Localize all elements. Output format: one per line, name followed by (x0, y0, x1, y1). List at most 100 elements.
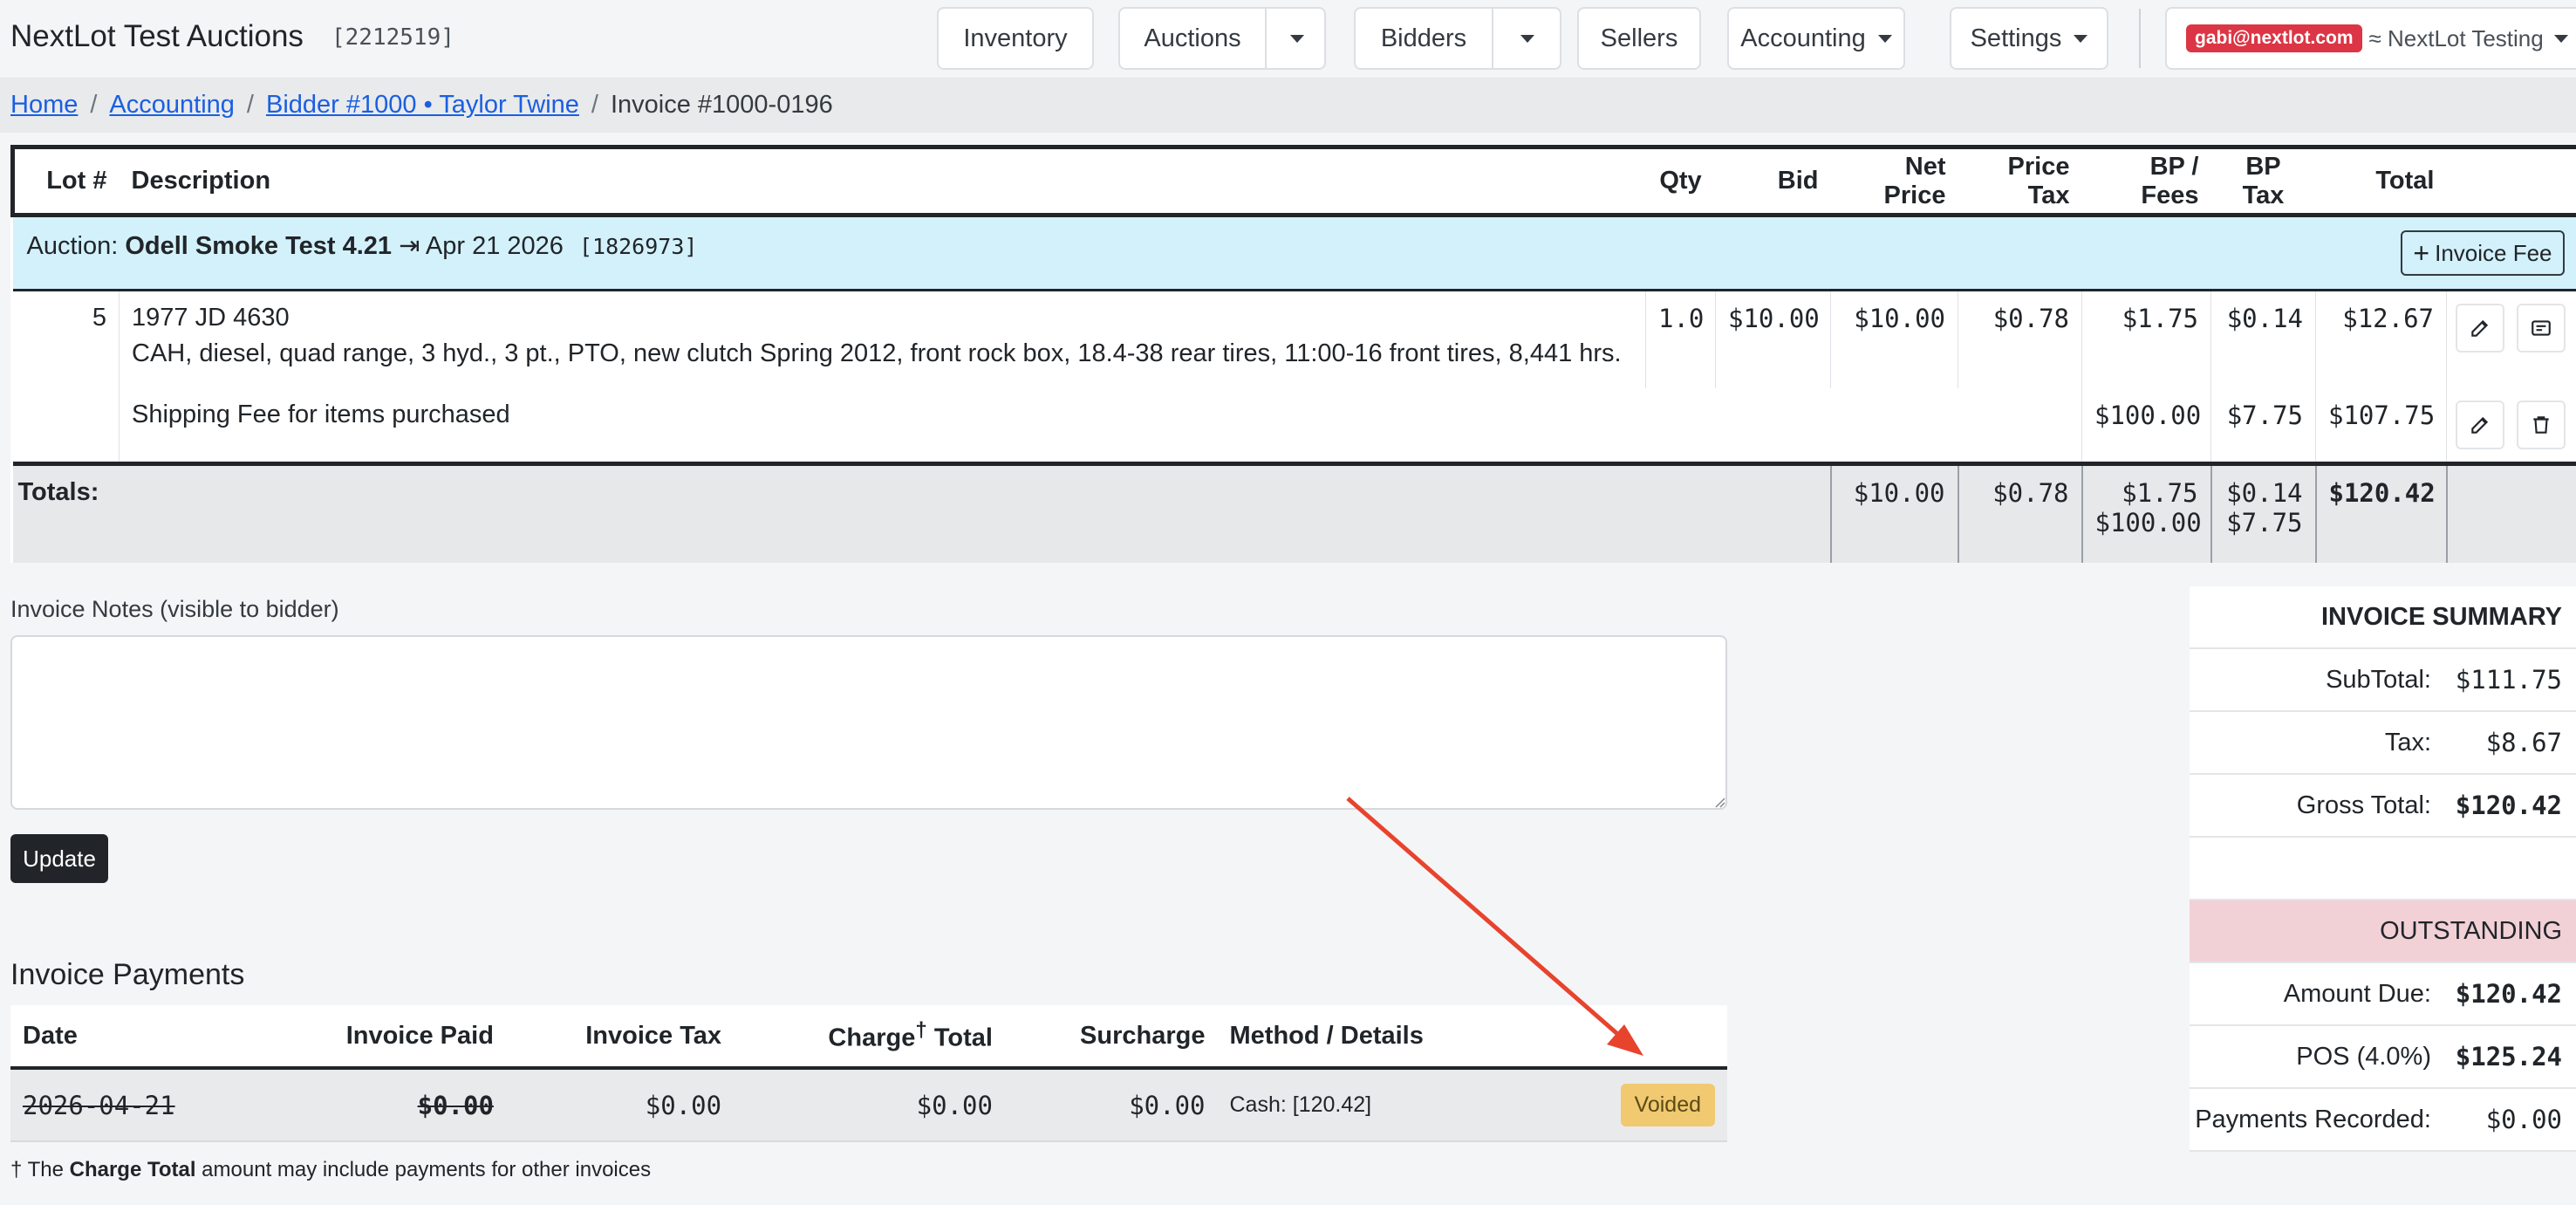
payment-method: Cash: [120.42] (1217, 1068, 1609, 1142)
totals-bp-fees: $1.75 $100.00 (2081, 461, 2211, 563)
summary-subtotal-row: SubTotal: $111.75 (2190, 649, 2576, 712)
summary-amount-due-row: Amount Due: $120.42 (2190, 963, 2576, 1026)
bidders-label[interactable]: Bidders (1356, 24, 1492, 53)
lot-qty: 1.0 (1645, 290, 1716, 388)
invoice-notes-label: Invoice Notes (visible to bidder) (10, 596, 339, 622)
breadcrumb-current: Invoice #1000-0196 (610, 91, 833, 119)
lot-total: $12.67 (2315, 290, 2447, 388)
totals-bp-tax: $0.14 $7.75 (2210, 461, 2316, 563)
lot-details: CAH, diesel, quad range, 3 hyd., 3 pt., … (132, 339, 1622, 367)
edit-lot-button[interactable] (2456, 304, 2504, 353)
lot-detail-button[interactable] (2517, 304, 2566, 353)
breadcrumb-accounting[interactable]: Accounting (109, 91, 235, 119)
summary-pos-row: POS (4.0%) $125.24 (2190, 1026, 2576, 1089)
pos-value: $125.24 (2455, 1042, 2562, 1071)
col-bp-tax: BP Tax (2242, 152, 2285, 209)
auctions-divider (1265, 9, 1267, 68)
col-price-tax: Price Tax (2007, 152, 2070, 209)
arrow-shaft (1346, 797, 1624, 1040)
payments-header-row: Date Invoice Paid Invoice Tax Charge† To… (10, 1005, 1727, 1070)
sellers-button[interactable]: Sellers (1577, 7, 1701, 70)
summary-tax-row: Tax: $8.67 (2190, 712, 2576, 775)
invoice-fee-button[interactable]: + Invoice Fee (2401, 230, 2565, 276)
auction-prefix: Auction: (26, 232, 126, 260)
amount-due-label: Amount Due: (2283, 979, 2431, 1008)
breadcrumb-bidder[interactable]: Bidder #1000 • Taylor Twine (266, 91, 579, 119)
settings-dropdown[interactable]: Settings (1950, 7, 2108, 70)
brand-title[interactable]: NextLot Test Auctions (10, 19, 304, 54)
delete-fee-button[interactable] (2517, 400, 2566, 449)
shipping-bp-tax: $7.75 (2210, 387, 2316, 463)
table-row: Shipping Fee for items purchased $100.00… (13, 387, 2576, 463)
totals-total: $120.42 (2314, 461, 2447, 563)
charge-label: Charge (828, 1024, 916, 1052)
col-total: Total (2375, 167, 2435, 195)
user-email-badge: gabi@nextlot.com (2186, 24, 2362, 52)
payment-invoice-tax: $0.00 (505, 1068, 735, 1142)
inventory-button[interactable]: Inventory (937, 7, 1094, 70)
invoice-notes-textarea[interactable] (10, 635, 1727, 810)
accounting-dropdown[interactable]: Accounting (1727, 7, 1905, 70)
shipping-bp-fees: $100.00 (2081, 387, 2211, 463)
payment-row: 2026-04-21 $0.00 $0.00 $0.00 $0.00 Cash:… (10, 1068, 1727, 1142)
update-notes-button[interactable]: Update (10, 834, 108, 883)
resize-grip-icon[interactable] (1712, 794, 1725, 808)
col-lot: Lot # (46, 167, 107, 195)
col-date: Date (10, 1005, 271, 1070)
invoice-payments-table: Date Invoice Paid Invoice Tax Charge† To… (10, 1005, 1727, 1142)
col-invoice-tax: Invoice Tax (505, 1005, 735, 1070)
col-invoice-paid: Invoice Paid (270, 1005, 506, 1070)
col-charge-total: Charge† Total (734, 1005, 1005, 1070)
breadcrumb-separator: / (90, 91, 98, 119)
accounting-label: Accounting (1740, 24, 1866, 52)
auction-cell: Auction: Odell Smoke Test 4.21 ⇥ Apr 21 … (12, 214, 2576, 291)
totals-bp-tax-line: $0.14 (2226, 477, 2303, 508)
gross-value: $120.42 (2455, 791, 2562, 820)
trash-icon (2533, 415, 2549, 434)
totals-label: Totals: (12, 461, 1831, 563)
auctions-dropdown-icon[interactable] (1290, 35, 1304, 43)
payment-date: 2026-04-21 (10, 1068, 271, 1142)
payments-recorded-value: $0.00 (2485, 1105, 2562, 1134)
payment-surcharge: $0.00 (1004, 1068, 1218, 1142)
dagger-mark: † (915, 1018, 927, 1043)
settings-label: Settings (1970, 24, 2062, 52)
bidders-dropdown-icon[interactable] (1520, 35, 1534, 43)
totals-price-tax: $0.78 (1957, 461, 2082, 563)
invoice-fee-label: Invoice Fee (2435, 239, 2552, 266)
shipping-total: $107.75 (2315, 387, 2447, 463)
user-caret-icon (2553, 34, 2568, 43)
invoice-payments-title: Invoice Payments (10, 958, 245, 991)
table-row: 5 1977 JD 4630 CAH, diesel, quad range, … (13, 290, 2576, 388)
lot-net-price: $10.00 (1830, 290, 1958, 388)
lot-bp-fees: $1.75 (2081, 290, 2211, 388)
edit-fee-button[interactable] (2456, 400, 2504, 449)
lot-bp-tax: $0.14 (2210, 290, 2316, 388)
payment-status-cell: Voided (1608, 1068, 1727, 1142)
navbar-divider (2139, 9, 2141, 68)
invoice-lots-table: Lot # Description Qty Bid Net Price Pric… (10, 145, 2576, 563)
breadcrumb: Home / Accounting / Bidder #1000 • Taylor Tw… (0, 79, 2576, 133)
accounting-caret-icon (1877, 34, 1892, 43)
summary-title: INVOICE SUMMARY (2190, 586, 2576, 649)
totals-actions (2445, 461, 2576, 563)
col-actions (2447, 147, 2576, 216)
user-menu[interactable]: gabi@nextlot.com ≈ NextLot Testing (2165, 7, 2576, 70)
col-bid: Bid (1777, 167, 1819, 195)
totals-bp-tax-line: $7.75 (2226, 507, 2303, 537)
bidders-divider (1492, 9, 1493, 68)
gross-label: Gross Total: (2296, 791, 2431, 819)
tax-label: Tax: (2384, 728, 2431, 757)
auction-date: ⇥ Apr 21 2026 (399, 232, 564, 260)
org-name: ≈ NextLot Testing (2368, 24, 2544, 51)
totals-net-price: $10.00 (1829, 461, 1958, 563)
breadcrumb-home[interactable]: Home (10, 91, 78, 119)
auctions-label[interactable]: Auctions (1120, 24, 1265, 53)
payment-charge-total: $0.00 (734, 1068, 1005, 1142)
auction-id: [1826973] (578, 234, 698, 259)
lot-number: 5 (92, 304, 106, 332)
settings-caret-icon (2074, 34, 2088, 43)
footnote-prefix: † The (10, 1158, 70, 1181)
card-icon (2532, 320, 2551, 336)
col-surcharge: Surcharge (1004, 1005, 1218, 1070)
